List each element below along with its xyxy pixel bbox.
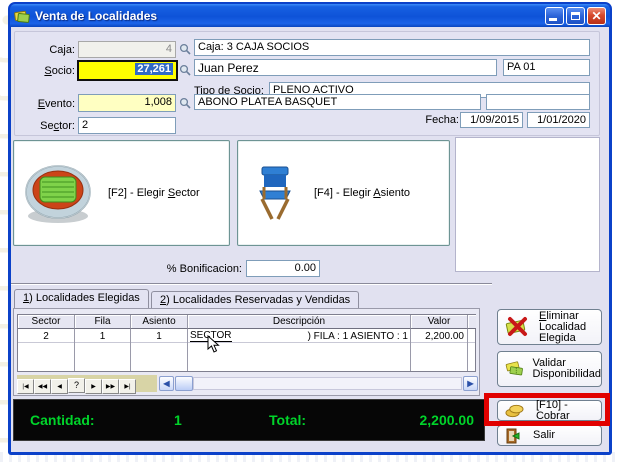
cell-valor: 2,200.00 [411,329,468,343]
grid-navigator: |◀◀◀◀?▶▶▶▶| [17,375,157,392]
bonificacion-input[interactable]: 0.00 [246,260,320,277]
nav-prior-button[interactable]: ◀ [51,379,68,394]
salir-button[interactable]: Salir [497,425,602,446]
cantidad-label: Cantidad: [30,412,95,428]
cantidad-value: 1 [174,412,182,428]
elegir-sector-label: [F2] - Elegir Sector [108,187,200,199]
nav-first-button[interactable]: |◀ [17,379,34,394]
ticket-delete-icon [505,314,531,340]
nav-last-button[interactable]: ▶| [119,379,136,394]
col-valor: Valor [411,315,468,329]
localidades-grid: Sector Fila Asiento Descripción Valor 2 … [17,314,476,372]
caja-label: Caja: [19,44,75,56]
tickets-icon [505,357,525,381]
evento-lookup-icon[interactable] [179,97,191,109]
section-divider [11,283,492,285]
close-button[interactable]: ✕ [587,7,606,25]
socio-input[interactable]: 27,261 [77,60,178,81]
nav-prior-page-button[interactable]: ◀◀ [34,379,51,394]
fecha-hasta-field: 1/01/2020 [527,112,590,128]
stadium-icon [22,160,94,226]
col-asiento: Asiento [131,315,188,329]
cell-asiento: 1 [131,329,188,343]
client-area: Caja: 4 Caja: 3 CAJA SOCIOS Socio: 27,26… [11,27,609,455]
window-title: Venta de Localidades [35,9,543,23]
tab-localidades-reservadas[interactable]: 2) Localidades Reservadas y Vendidas [151,291,359,308]
info-panel [455,137,600,272]
elegir-asiento-button[interactable]: [F4] - Elegir Asiento [237,140,450,246]
caja-info-field: Caja: 3 CAJA SOCIOS [194,39,590,56]
caja-input[interactable]: 4 [78,41,176,58]
hscroll-right-button[interactable]: ▶ [463,376,478,391]
exit-door-icon [505,428,521,444]
fecha-label: Fecha: [411,114,459,126]
cell-descripcion: SECTOR) FILA : 1 ASIENTO : 1 [188,329,411,343]
title-bar[interactable]: Venta de Localidades ✕ [10,4,610,27]
eliminar-localidad-button[interactable]: Eliminar Localidad Elegida [497,309,602,345]
col-descripcion: Descripción [188,315,411,329]
hscroll-thumb[interactable] [175,376,193,391]
maximize-icon [571,12,580,20]
col-filler [468,315,476,329]
evento-input[interactable]: 1,008 [78,94,176,112]
app-icon [14,8,30,23]
nav-next-button[interactable]: ▶ [85,379,102,394]
tab-strip: 1) Localidades Elegidas 2) Localidades R… [14,289,494,308]
eliminar-label: Eliminar Localidad Elegida [539,311,586,344]
col-fila: Fila [75,315,131,329]
mouse-cursor [207,335,220,353]
venta-localidades-window: Venta de Localidades ✕ Caja: 4 Caja: 3 C… [8,2,612,455]
minimize-icon [549,18,557,21]
elegir-asiento-label: [F4] - Elegir Asiento [314,187,410,199]
cell-fila: 1 [75,329,131,343]
nav-refresh-button[interactable]: ? [68,378,85,393]
fecha-desde-field: 1/09/2015 [460,112,523,128]
cell-sector: 2 [18,329,75,343]
nav-next-page-button[interactable]: ▶▶ [102,379,119,394]
minimize-button[interactable] [545,7,564,25]
hscroll-left-button[interactable]: ◀ [159,376,174,391]
close-icon: ✕ [591,9,601,23]
validar-label: Validar Disponibilidad [533,358,602,380]
grid-row-1[interactable]: 2 1 1 SECTOR) FILA : 1 ASIENTO : 1 2,200… [18,329,475,343]
chair-icon [252,165,298,221]
evento-extra-field [486,94,590,110]
socio-codigo-field: PA 01 [503,59,590,76]
validar-disponibilidad-button[interactable]: Validar Disponibilidad [497,351,602,387]
total-label: Total: [269,412,306,428]
hscroll-track[interactable] [193,377,462,390]
totals-bar: Cantidad: 1 Total: 2,200.00 [13,399,485,441]
grid-header-row: Sector Fila Asiento Descripción Valor [18,315,475,329]
evento-descripcion-field: ABONO PLATEA BASQUET [194,94,481,110]
salir-label: Salir [533,430,555,441]
annotation-highlight-cobrar [484,393,610,426]
maximize-button[interactable] [566,7,585,25]
total-value: 2,200.00 [420,412,475,428]
socio-selected-value: 27,261 [135,63,173,75]
socio-label: Socio: [19,65,75,77]
col-sector: Sector [18,315,75,329]
tab-localidades-elegidas[interactable]: 1) Localidades Elegidas [14,289,149,308]
sector-input[interactable]: 2 [78,117,176,134]
grid-row-empty [18,343,475,357]
socio-nombre-field: Juan Perez [194,59,497,76]
bonificacion-label: % Bonificacion: [141,263,242,275]
sector-label: Sector: [19,120,75,132]
elegir-sector-button[interactable]: [F2] - Elegir Sector [13,140,230,246]
localidades-grid-panel: Sector Fila Asiento Descripción Valor 2 … [13,308,480,396]
socio-lookup-icon[interactable] [179,64,191,76]
caja-lookup-icon[interactable] [179,43,191,55]
evento-label: Evento: [19,98,75,110]
